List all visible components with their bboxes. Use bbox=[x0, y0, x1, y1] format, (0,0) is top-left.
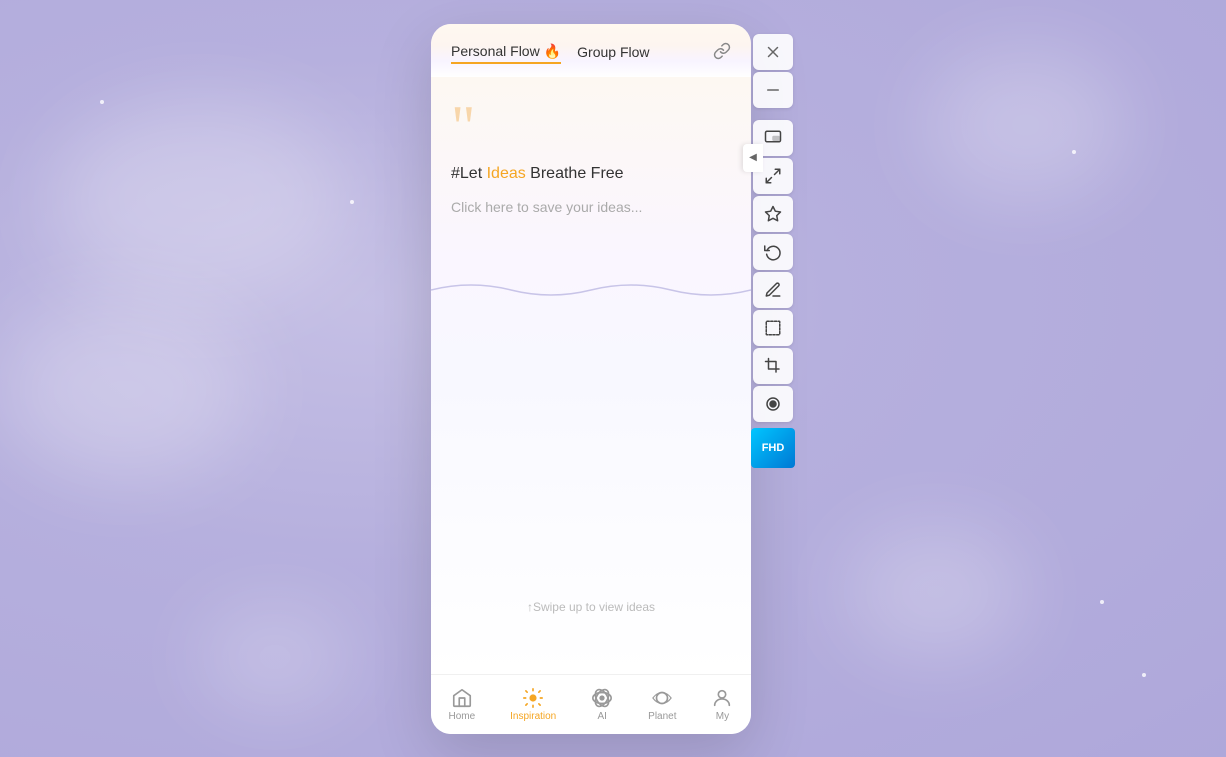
my-icon bbox=[711, 687, 733, 709]
crop-button[interactable] bbox=[753, 348, 793, 384]
undo-button[interactable] bbox=[753, 234, 793, 270]
nav-inspiration-label: Inspiration bbox=[510, 711, 556, 722]
tagline-highlight: Ideas bbox=[487, 165, 526, 182]
nav-item-my[interactable]: My bbox=[699, 683, 745, 726]
tab-group-flow[interactable]: Group Flow bbox=[577, 44, 649, 62]
tagline: #Let Ideas Breathe Free bbox=[431, 157, 751, 199]
planet-icon bbox=[651, 687, 673, 709]
nav-item-planet[interactable]: Planet bbox=[636, 683, 688, 726]
save-prompt[interactable]: Click here to save your ideas... bbox=[431, 199, 751, 215]
app-panel: Personal Flow 🔥 Group Flow " #Let Ideas … bbox=[431, 24, 751, 734]
right-toolbar: ◀ FHD bbox=[751, 24, 795, 468]
minimize-button[interactable] bbox=[753, 72, 793, 108]
tab-bar: Personal Flow 🔥 Group Flow bbox=[451, 42, 731, 65]
tab-personal-flow[interactable]: Personal Flow 🔥 bbox=[451, 43, 561, 64]
collapse-arrow-button[interactable]: ◀ bbox=[743, 144, 763, 172]
nav-ai-label: AI bbox=[597, 711, 606, 722]
home-icon bbox=[451, 687, 473, 709]
nav-my-label: My bbox=[716, 711, 729, 722]
nav-item-home[interactable]: Home bbox=[436, 683, 487, 726]
app-header: Personal Flow 🔥 Group Flow bbox=[431, 24, 751, 77]
link-icon-button[interactable] bbox=[713, 42, 731, 65]
tab-personal-flow-label: Personal Flow bbox=[451, 43, 540, 59]
tab-personal-flow-emoji: 🔥 bbox=[544, 43, 561, 60]
wave-divider bbox=[431, 275, 751, 305]
tagline-suffix: Breathe Free bbox=[526, 165, 624, 182]
nav-planet-label: Planet bbox=[648, 711, 676, 722]
frame-button[interactable] bbox=[753, 310, 793, 346]
nav-home-label: Home bbox=[448, 711, 475, 722]
nav-item-inspiration[interactable]: Inspiration bbox=[498, 683, 568, 726]
bottom-navigation: Home Inspiration bbox=[431, 674, 751, 734]
edit-button[interactable] bbox=[753, 272, 793, 308]
swipe-hint: ↑Swipe up to view ideas bbox=[431, 600, 751, 614]
nav-item-ai[interactable]: AI bbox=[579, 683, 625, 726]
tab-group-flow-label: Group Flow bbox=[577, 44, 649, 60]
fhd-label: FHD bbox=[762, 442, 785, 454]
record-button[interactable] bbox=[753, 386, 793, 422]
quote-mark-decoration: " bbox=[431, 77, 751, 157]
ai-icon bbox=[591, 687, 613, 709]
tagline-prefix: #Let bbox=[451, 165, 487, 182]
fhd-badge[interactable]: FHD bbox=[751, 428, 795, 468]
inspiration-icon bbox=[522, 687, 544, 709]
bookmark-button[interactable] bbox=[753, 196, 793, 232]
app-content: " #Let Ideas Breathe Free Click here to … bbox=[431, 77, 751, 674]
close-button[interactable] bbox=[753, 34, 793, 70]
